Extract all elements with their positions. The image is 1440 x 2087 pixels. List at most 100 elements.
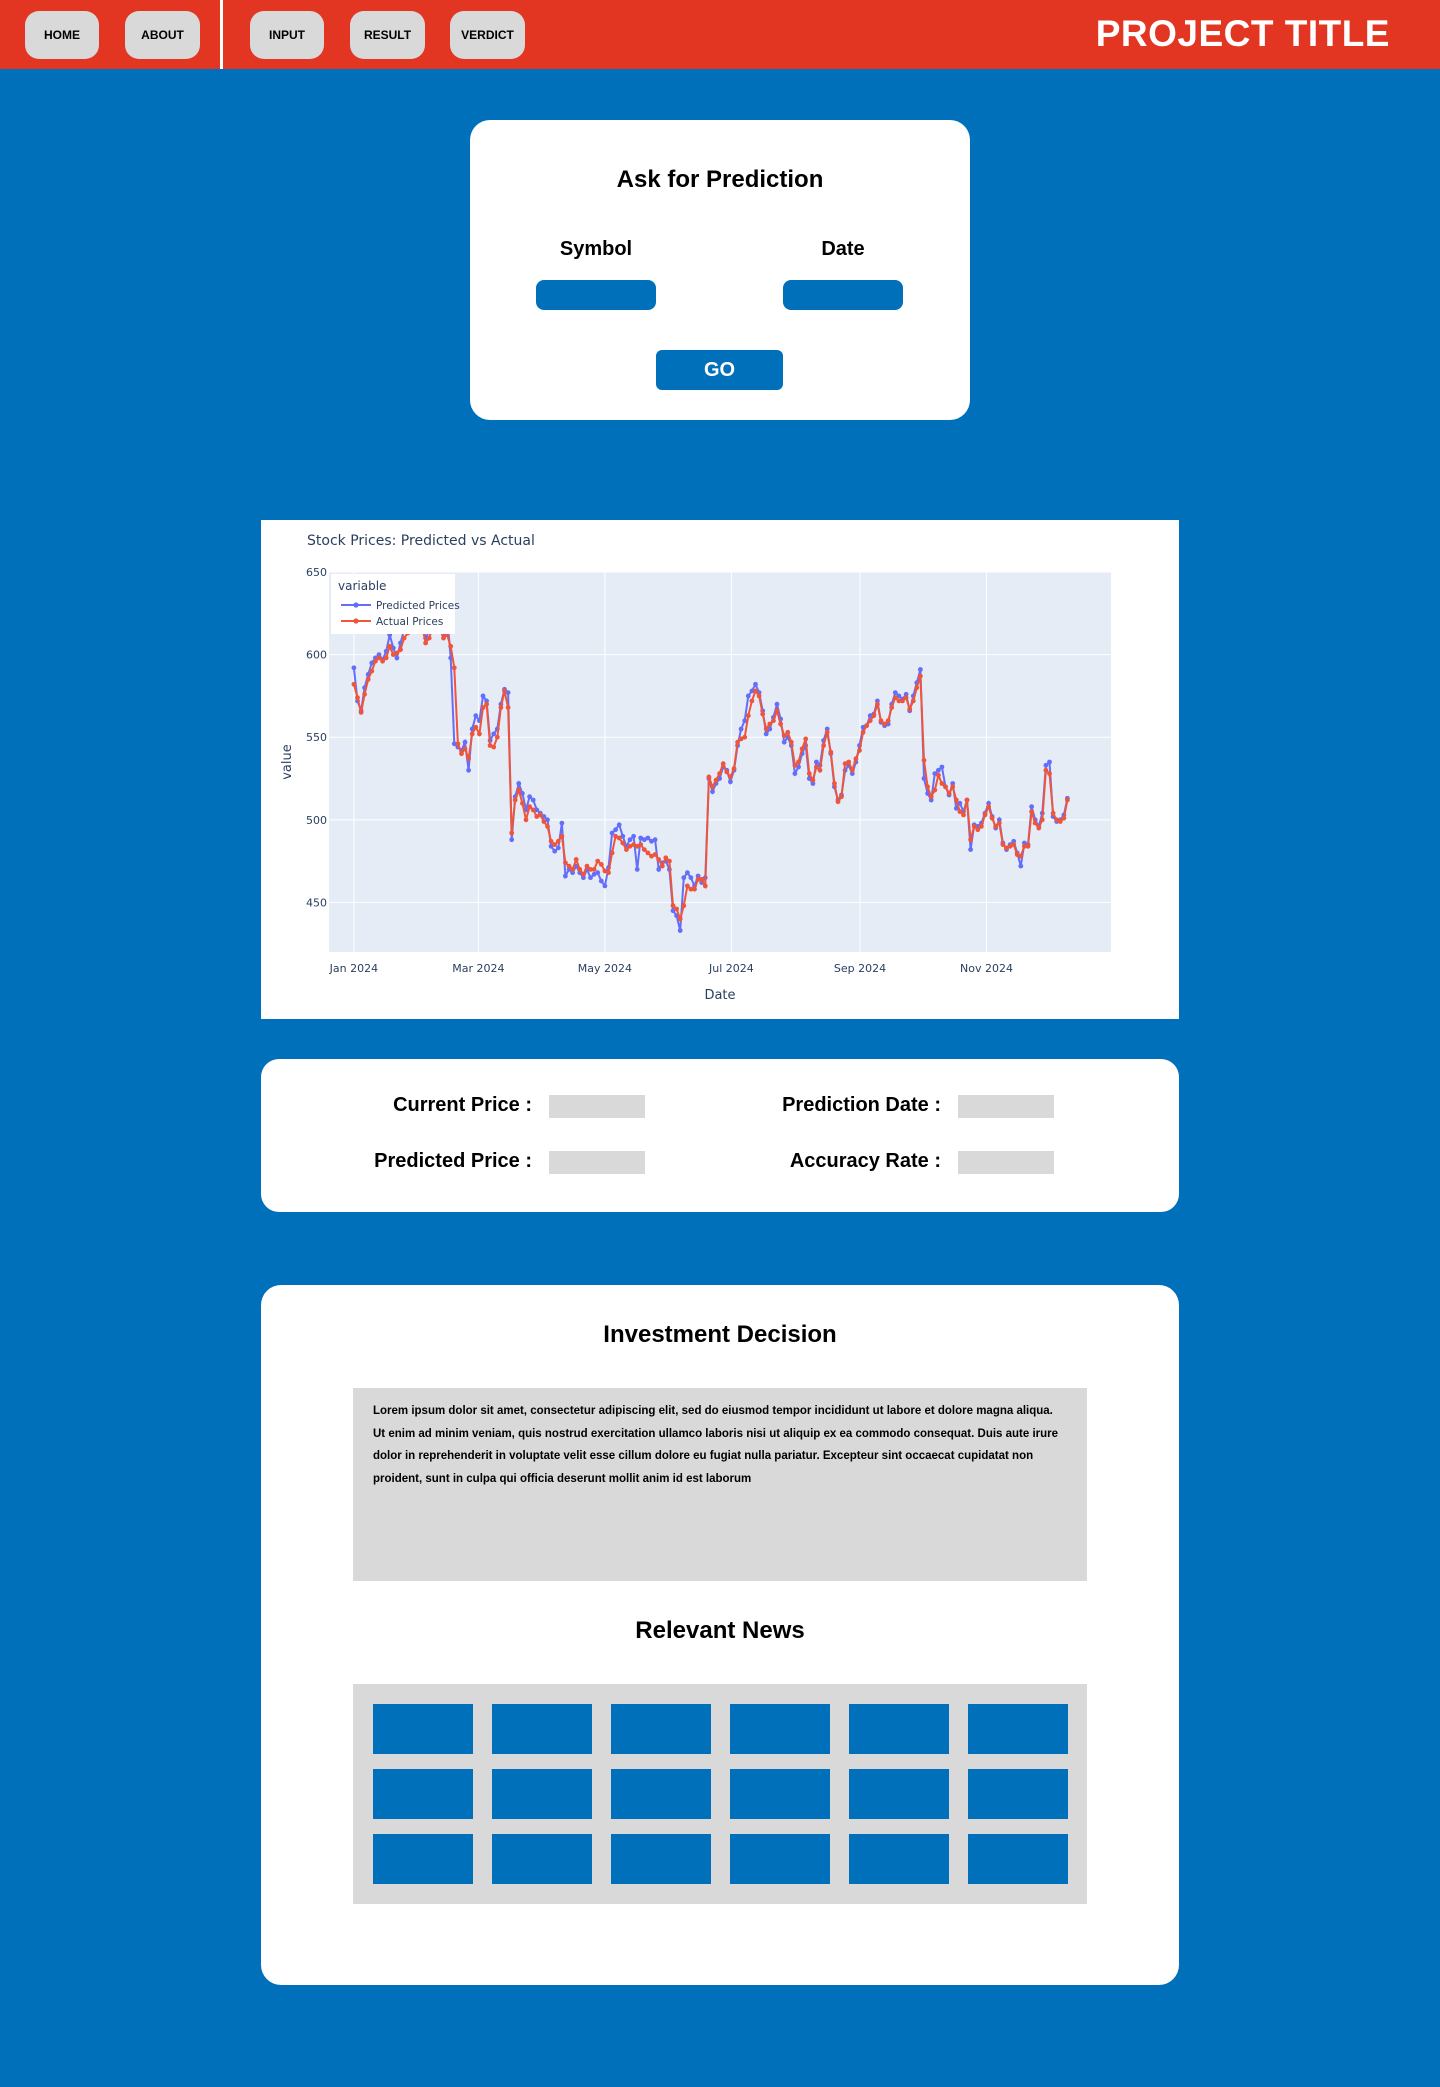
data-point bbox=[936, 772, 941, 778]
news-tile[interactable] bbox=[730, 1769, 830, 1819]
data-point bbox=[520, 800, 525, 806]
news-tile[interactable] bbox=[611, 1704, 711, 1754]
data-point bbox=[728, 779, 733, 785]
data-point bbox=[641, 847, 647, 852]
news-tile[interactable] bbox=[611, 1769, 711, 1819]
data-point bbox=[584, 863, 590, 869]
x-tick-label: Jul 2024 bbox=[708, 962, 754, 975]
data-point bbox=[509, 837, 515, 843]
data-point bbox=[867, 718, 873, 724]
data-point bbox=[448, 643, 454, 649]
data-point bbox=[616, 835, 622, 841]
data-point bbox=[624, 847, 629, 852]
data-point bbox=[878, 718, 884, 724]
data-point bbox=[803, 736, 809, 742]
data-point bbox=[358, 710, 364, 715]
data-point bbox=[383, 655, 389, 661]
symbol-input[interactable] bbox=[536, 280, 656, 310]
data-point bbox=[462, 739, 468, 745]
data-point bbox=[455, 741, 461, 747]
data-point bbox=[398, 647, 403, 653]
data-point bbox=[401, 635, 407, 641]
data-point bbox=[817, 767, 823, 773]
news-tile[interactable] bbox=[492, 1769, 592, 1819]
data-point bbox=[351, 681, 357, 687]
data-point bbox=[753, 681, 758, 687]
data-point bbox=[638, 842, 644, 847]
prediction-date-label: Prediction Date : bbox=[782, 1094, 941, 1116]
news-tile[interactable] bbox=[849, 1704, 949, 1754]
news-tile[interactable] bbox=[968, 1704, 1068, 1754]
data-point bbox=[634, 867, 640, 872]
y-tick-label: 450 bbox=[306, 896, 327, 909]
data-point bbox=[1011, 842, 1017, 847]
data-point bbox=[986, 804, 991, 809]
nav-verdict-button[interactable]: VERDICT bbox=[450, 11, 525, 59]
news-tile[interactable] bbox=[492, 1704, 592, 1754]
data-point bbox=[853, 756, 859, 762]
symbol-label: Symbol bbox=[559, 238, 633, 260]
news-tile[interactable] bbox=[849, 1769, 949, 1819]
data-point bbox=[652, 837, 658, 843]
data-point bbox=[670, 903, 676, 909]
y-tick-label: 600 bbox=[306, 649, 327, 662]
date-input[interactable] bbox=[783, 280, 903, 310]
news-tile[interactable] bbox=[730, 1704, 830, 1754]
news-tile[interactable] bbox=[968, 1769, 1068, 1819]
data-point bbox=[494, 734, 500, 740]
data-point bbox=[939, 781, 945, 786]
data-point bbox=[563, 873, 568, 879]
news-tile[interactable] bbox=[730, 1834, 830, 1884]
accuracy-rate-value bbox=[958, 1151, 1054, 1174]
data-point bbox=[677, 928, 683, 933]
data-point bbox=[548, 838, 554, 844]
data-point bbox=[591, 867, 597, 872]
news-tile[interactable] bbox=[968, 1834, 1068, 1884]
news-tile[interactable] bbox=[492, 1834, 592, 1884]
data-point bbox=[882, 721, 887, 727]
data-point bbox=[512, 797, 518, 803]
nav-input-button[interactable]: INPUT bbox=[250, 11, 324, 59]
nav-about-button[interactable]: ABOUT bbox=[125, 11, 200, 59]
y-tick-label: 650 bbox=[306, 566, 327, 579]
news-tile[interactable] bbox=[373, 1834, 473, 1884]
news-tile[interactable] bbox=[611, 1834, 711, 1884]
data-point bbox=[627, 837, 633, 843]
data-point bbox=[598, 862, 604, 867]
nav-result-button[interactable]: RESULT bbox=[350, 11, 425, 59]
nav-home-button[interactable]: HOME bbox=[25, 11, 99, 59]
data-point bbox=[968, 847, 973, 852]
data-point bbox=[1065, 797, 1070, 803]
data-point bbox=[631, 833, 636, 839]
y-axis-label: value bbox=[280, 744, 295, 780]
data-point bbox=[663, 855, 669, 861]
data-point bbox=[423, 640, 428, 646]
data-point bbox=[964, 797, 970, 803]
nav-divider bbox=[220, 0, 223, 69]
data-point bbox=[871, 713, 877, 719]
data-point bbox=[616, 822, 622, 828]
news-tile[interactable] bbox=[373, 1769, 473, 1819]
data-point bbox=[971, 824, 977, 829]
data-point bbox=[559, 833, 565, 839]
news-grid bbox=[353, 1684, 1087, 1904]
data-point bbox=[376, 655, 382, 661]
data-point bbox=[996, 820, 1002, 826]
current-price-value bbox=[549, 1095, 645, 1118]
data-point bbox=[1018, 853, 1024, 859]
data-point bbox=[545, 824, 550, 829]
data-point bbox=[774, 701, 780, 707]
data-point bbox=[771, 718, 776, 724]
data-point bbox=[466, 767, 471, 773]
data-point bbox=[451, 665, 457, 671]
data-point bbox=[530, 807, 536, 813]
news-tile[interactable] bbox=[373, 1704, 473, 1754]
data-point bbox=[717, 771, 722, 776]
data-point bbox=[821, 743, 826, 748]
go-button[interactable]: GO bbox=[656, 350, 783, 390]
data-point bbox=[1018, 863, 1024, 869]
data-point bbox=[462, 746, 468, 752]
prediction-form-title: Ask for Prediction bbox=[616, 166, 824, 193]
data-point bbox=[728, 774, 733, 780]
news-tile[interactable] bbox=[849, 1834, 949, 1884]
